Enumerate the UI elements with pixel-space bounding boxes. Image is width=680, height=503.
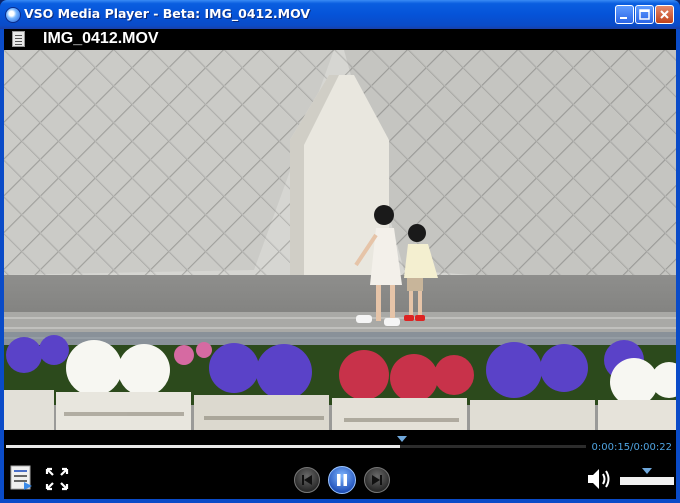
- window-title: VSO Media Player - Beta: IMG_0412.MOV: [24, 6, 311, 21]
- close-button[interactable]: [655, 5, 674, 24]
- playlist-icon[interactable]: [10, 464, 34, 492]
- pause-button[interactable]: [328, 466, 356, 494]
- speaker-icon[interactable]: [586, 466, 614, 492]
- app-icon[interactable]: [5, 7, 21, 23]
- minimize-button[interactable]: [615, 5, 634, 24]
- previous-icon: [302, 475, 312, 485]
- player-controls: 0:00:15/0:00:22: [4, 430, 676, 499]
- minimize-icon: [620, 17, 627, 19]
- close-icon: [660, 10, 669, 19]
- previous-button[interactable]: [294, 467, 320, 493]
- seek-progress: [6, 445, 401, 448]
- seek-bar[interactable]: [6, 445, 586, 448]
- maximize-icon: [639, 9, 650, 20]
- video-frame[interactable]: [4, 50, 676, 430]
- title-bar[interactable]: VSO Media Player - Beta: IMG_0412.MOV: [0, 0, 680, 29]
- file-name: IMG_0412.MOV: [43, 30, 159, 47]
- window-frame-bottom: [0, 499, 680, 503]
- volume-marker[interactable]: [642, 468, 652, 474]
- document-icon: [12, 31, 25, 47]
- video-scene: [4, 50, 676, 430]
- window-frame-right: [676, 29, 680, 503]
- file-header: IMG_0412.MOV: [4, 29, 676, 50]
- seek-marker[interactable]: [397, 436, 407, 442]
- maximize-button[interactable]: [635, 5, 654, 24]
- volume-slider[interactable]: [620, 477, 674, 485]
- app-window: VSO Media Player - Beta: IMG_0412.MOV IM…: [0, 0, 680, 503]
- fullscreen-icon[interactable]: [44, 466, 70, 492]
- next-icon: [372, 475, 382, 485]
- pause-icon: [337, 474, 347, 486]
- time-display: 0:00:15/0:00:22: [591, 442, 672, 453]
- next-button[interactable]: [364, 467, 390, 493]
